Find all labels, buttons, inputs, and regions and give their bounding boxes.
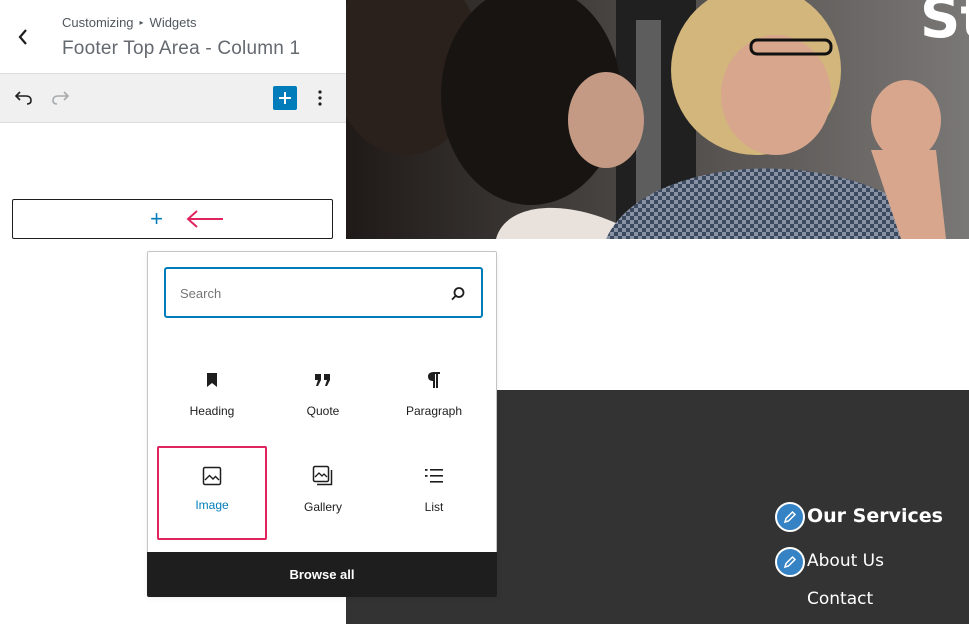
section-title: Footer Top Area - Column 1 xyxy=(62,38,301,59)
image-icon xyxy=(200,464,224,488)
hero-image: St xyxy=(346,0,969,239)
block-label: List xyxy=(424,500,444,514)
block-label: Gallery xyxy=(303,500,342,514)
arrow-left-icon xyxy=(186,210,223,228)
search-box xyxy=(164,267,483,318)
block-label: Heading xyxy=(189,404,235,418)
edit-shortcut-button[interactable] xyxy=(775,502,805,532)
block-paragraph[interactable]: Paragraph xyxy=(379,350,489,444)
editor-toolbar xyxy=(0,74,346,123)
breadcrumb-current: Widgets xyxy=(149,15,197,30)
appender-plus: + xyxy=(150,206,163,231)
bookmark-icon xyxy=(200,368,224,392)
block-appender-button[interactable]: + xyxy=(12,199,333,239)
footer-link-our-services[interactable]: Our Services xyxy=(807,505,943,527)
pilcrow-icon xyxy=(422,368,446,392)
edit-shortcut-button[interactable] xyxy=(775,547,805,577)
redo-button[interactable] xyxy=(48,86,72,110)
pencil-icon xyxy=(783,510,797,524)
search-icon xyxy=(451,287,465,301)
hero-photo xyxy=(346,0,969,239)
more-options-button[interactable] xyxy=(308,86,332,110)
panel-header: Customizing ▸ Widgets Footer Top Area - … xyxy=(0,0,346,74)
block-gallery[interactable]: Gallery xyxy=(268,446,378,540)
block-label: Paragraph xyxy=(405,404,463,418)
gallery-icon xyxy=(311,464,335,488)
footer-link-contact[interactable]: Contact xyxy=(807,589,873,609)
block-inserter-popover: Heading Quote Paragraph Image xyxy=(147,251,497,597)
quote-icon xyxy=(311,368,335,392)
list-icon xyxy=(422,464,446,488)
hero-title: St xyxy=(920,0,969,51)
plus-icon xyxy=(279,92,291,104)
breadcrumb-parent: Customizing xyxy=(62,15,134,30)
footer-link-about-us[interactable]: About Us xyxy=(807,551,884,571)
block-quote[interactable]: Quote xyxy=(268,350,378,444)
back-button[interactable] xyxy=(0,0,46,74)
block-label: Quote xyxy=(306,404,340,418)
pencil-icon xyxy=(783,555,797,569)
breadcrumb-separator: ▸ xyxy=(139,18,144,27)
breadcrumb: Customizing ▸ Widgets xyxy=(62,15,197,30)
redo-icon xyxy=(52,91,70,105)
block-label: Image xyxy=(195,498,229,512)
block-heading[interactable]: Heading xyxy=(157,350,267,444)
block-image[interactable]: Image xyxy=(157,446,267,540)
add-block-button[interactable] xyxy=(273,86,297,110)
more-vertical-icon xyxy=(318,90,322,106)
block-list[interactable]: List xyxy=(379,446,489,540)
search-input[interactable] xyxy=(180,283,440,303)
undo-icon xyxy=(14,91,32,105)
undo-button[interactable] xyxy=(12,86,36,110)
chevron-left-icon xyxy=(18,29,27,45)
browse-all-button[interactable]: Browse all xyxy=(147,552,497,597)
